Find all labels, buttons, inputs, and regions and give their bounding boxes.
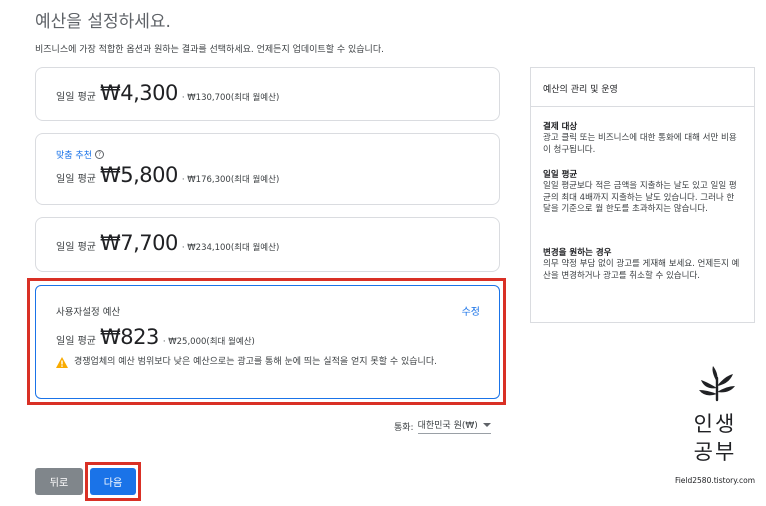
budget-line: 일일 평균 ₩7,700 · ₩234,100(최대 월예산): [56, 231, 279, 255]
currency-label: 통화:: [394, 422, 414, 433]
help-icon[interactable]: ?: [94, 150, 104, 159]
section-heading: 결제 대상: [543, 122, 578, 132]
daily-amount: ₩4,300: [99, 81, 178, 105]
watermark-line-1: 인생: [693, 412, 737, 436]
section-heading: 변경을 원하는 경우: [543, 248, 612, 258]
dropdown-arrow-icon: [482, 422, 491, 427]
warning-icon: [56, 357, 68, 368]
monthly-max: · ₩25,000(최대 월예산): [162, 337, 255, 347]
section-body: 일일 평균보다 적은 금액을 지출하는 날도 있고 일일 평균의 최대 4배까지…: [543, 181, 737, 214]
panel-divider: [531, 106, 754, 107]
budget-option-1[interactable]: 일일 평균 ₩4,300 · ₩130,700(최대 월예산): [35, 67, 500, 121]
monthly-max: · ₩176,300(최대 월예산): [181, 175, 280, 185]
budget-line: 일일 평균 ₩823 · ₩25,000(최대 월예산): [56, 325, 255, 349]
section-body: 광고 클릭 또는 비즈니스에 대한 통화에 대해 서만 비용이 청구됩니다.: [543, 133, 737, 155]
currency-selector[interactable]: 통화: 대한민국 원(₩): [394, 418, 491, 434]
budget-option-3[interactable]: 일일 평균 ₩7,700 · ₩234,100(최대 월예산): [35, 217, 500, 272]
currency-dropdown[interactable]: 대한민국 원(₩): [417, 418, 491, 434]
page-title: 예산을 설정하세요.: [35, 12, 171, 32]
edit-link[interactable]: 수정: [462, 303, 480, 318]
daily-amount: ₩5,800: [99, 163, 178, 187]
back-button[interactable]: 뒤로: [35, 468, 83, 495]
daily-average-label: 일일 평균: [56, 242, 96, 253]
next-button[interactable]: 다음: [90, 468, 136, 495]
recommended-label: 맞춤 추천 ?: [56, 148, 104, 161]
daily-amount: ₩823: [99, 325, 159, 349]
blog-watermark: 인생 공부 Field2580.tistory.com: [668, 358, 762, 494]
info-section-billing: 결제 대상 광고 클릭 또는 비즈니스에 대한 통화에 대해 서만 비용이 청구…: [543, 122, 743, 156]
info-section-daily-average: 일일 평균 일일 평균보다 적은 금액을 지출하는 날도 있고 일일 평균의 최…: [543, 170, 743, 216]
sprout-logo-icon: [699, 366, 735, 402]
daily-amount: ₩7,700: [99, 231, 178, 255]
monthly-max: · ₩234,100(최대 월예산): [181, 243, 280, 253]
daily-average-label: 일일 평균: [56, 336, 96, 347]
budget-info-panel: 예산의 관리 및 운영 결제 대상 광고 클릭 또는 비즈니스에 대한 통화에 …: [530, 67, 755, 323]
daily-average-label: 일일 평균: [56, 174, 96, 185]
page-subtitle: 비즈니스에 가장 적합한 옵션과 원하는 결과를 선택하세요. 언제든지 업데이…: [35, 45, 384, 55]
warning-text: 경쟁업체의 예산 범위보다 낮은 예산으로는 광고를 통해 눈에 띄는 실적을 …: [74, 357, 437, 367]
watermark-url: Field2580.tistory.com: [674, 476, 756, 485]
currency-value: 대한민국 원(₩): [417, 421, 478, 431]
section-body: 의무 약정 부담 없이 광고를 게재해 보세요. 언제든지 예산을 변경하거나 …: [543, 259, 740, 281]
budget-option-2[interactable]: 맞춤 추천 ? 일일 평균 ₩5,800 · ₩176,300(최대 월예산): [35, 133, 500, 205]
info-section-changes: 변경을 원하는 경우 의무 약정 부담 없이 광고를 게재해 보세요. 언제든지…: [543, 248, 743, 282]
custom-budget-label: 사용자설정 예산: [56, 307, 121, 318]
monthly-max: · ₩130,700(최대 월예산): [181, 93, 280, 103]
section-heading: 일일 평균: [543, 170, 578, 180]
budget-line: 일일 평균 ₩4,300 · ₩130,700(최대 월예산): [56, 81, 279, 105]
watermark-line-2: 공부: [693, 440, 737, 464]
panel-title: 예산의 관리 및 운영: [543, 85, 618, 95]
low-budget-warning: 경쟁업체의 예산 범위보다 낮은 예산으로는 광고를 통해 눈에 띄는 실적을 …: [56, 356, 486, 368]
custom-budget-card[interactable]: 사용자설정 예산 수정 일일 평균 ₩823 · ₩25,000(최대 월예산)…: [35, 285, 500, 399]
daily-average-label: 일일 평균: [56, 92, 96, 103]
budget-line: 일일 평균 ₩5,800 · ₩176,300(최대 월예산): [56, 163, 279, 187]
recommended-text: 맞춤 추천: [56, 151, 92, 161]
